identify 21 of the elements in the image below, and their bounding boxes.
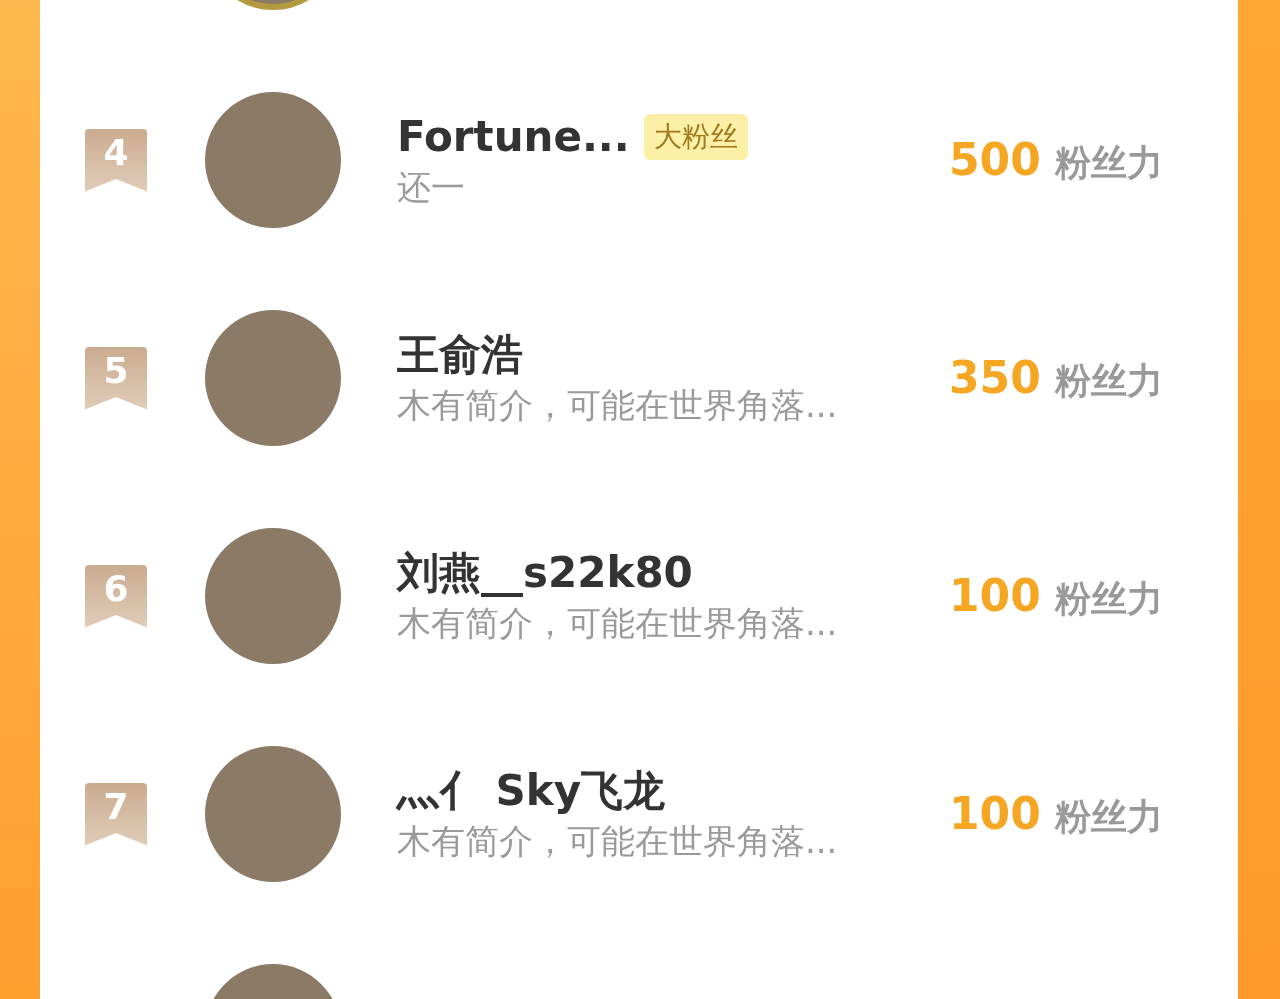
user-name: 刘燕__s22k80	[397, 547, 693, 599]
fan-level-tag: 大粉丝	[643, 114, 748, 160]
user-bio: 木有简介，可能在世界角落...	[397, 384, 839, 427]
fan-power-score: 500	[949, 133, 1041, 187]
fan-power-label: 粉丝力	[1054, 577, 1163, 621]
rank-badge: 7	[85, 782, 147, 846]
fan-power-score: 100	[949, 787, 1041, 841]
rank-badge: 5	[85, 346, 147, 410]
fan-power-label: 粉丝力	[1054, 359, 1163, 403]
user-bio: 木有简介，可能在世界角落...	[397, 602, 839, 645]
rank-badge: 6	[85, 564, 147, 628]
fan-power-label: 粉丝力	[1054, 795, 1163, 839]
user-bio: 木有简介，可能在世界角落...	[397, 820, 839, 863]
user-name: Fortune...	[397, 111, 630, 163]
user-name: 灬亻 Sky飞龙	[397, 765, 666, 817]
user-bio: 还一	[397, 166, 466, 209]
fan-power-label: 粉丝力	[1054, 141, 1163, 185]
rank-badge: 4	[85, 128, 147, 192]
fan-power-score: 350	[949, 351, 1041, 405]
fan-power-score: 100	[949, 569, 1041, 623]
user-name: 王俞浩	[397, 329, 523, 381]
